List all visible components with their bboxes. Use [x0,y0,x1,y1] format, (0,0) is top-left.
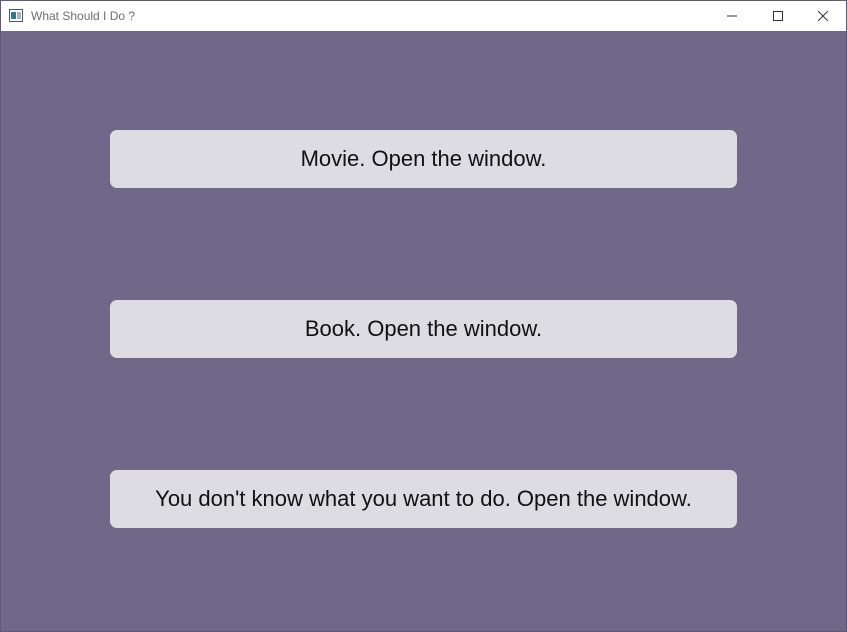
maximize-icon [773,11,783,21]
movie-button[interactable]: Movie. Open the window. [110,130,737,188]
app-window: What Should I Do ? Movie. Open the windo… [0,0,847,632]
title-bar[interactable]: What Should I Do ? [1,1,846,31]
undecided-button[interactable]: You don't know what you want to do. Open… [110,470,737,528]
maximize-button[interactable] [755,1,801,31]
book-button[interactable]: Book. Open the window. [110,300,737,358]
minimize-icon [727,15,737,17]
window-title: What Should I Do ? [31,9,136,23]
main-content: Movie. Open the window. Book. Open the w… [1,31,846,631]
app-window-icon [9,9,23,22]
close-icon [818,11,828,21]
minimize-button[interactable] [709,1,755,31]
close-button[interactable] [800,1,846,31]
